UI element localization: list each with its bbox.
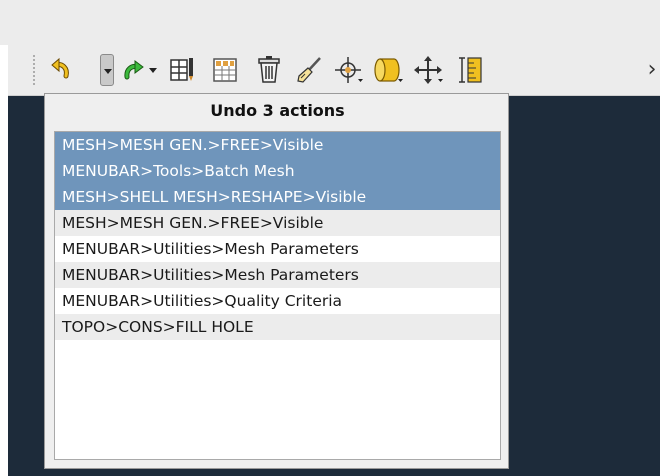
undo-history-popup: Undo 3 actions MESH>MESH GEN.>FREE>Visib… bbox=[44, 93, 509, 469]
undo-history-item[interactable]: MESH>MESH GEN.>FREE>Visible bbox=[55, 210, 500, 236]
crosshair-button[interactable] bbox=[334, 54, 364, 86]
grid-panel-button[interactable] bbox=[210, 54, 240, 86]
undo-history-item[interactable]: MENUBAR>Utilities>Mesh Parameters bbox=[55, 262, 500, 288]
redo-history-dropdown[interactable] bbox=[146, 54, 160, 86]
chevron-down-icon bbox=[104, 69, 112, 74]
toolbar-overflow-button[interactable]: › bbox=[644, 54, 660, 86]
main-toolbar: › bbox=[8, 45, 660, 96]
cylinder-icon bbox=[374, 58, 403, 82]
undo-history-list[interactable]: MESH>MESH GEN.>FREE>Visible MENUBAR>Tools… bbox=[54, 131, 501, 460]
brush-icon bbox=[297, 57, 321, 83]
undo-history-item[interactable]: MENUBAR>Tools>Batch Mesh bbox=[55, 158, 500, 184]
toolbar-grip-handle[interactable] bbox=[32, 54, 36, 86]
measure-button[interactable] bbox=[456, 54, 486, 86]
undo-history-item[interactable]: MESH>MESH GEN.>FREE>Visible bbox=[55, 132, 500, 158]
trash-icon bbox=[258, 56, 280, 83]
title-strip bbox=[0, 0, 660, 45]
delete-button[interactable] bbox=[254, 54, 284, 86]
grid-panel-icon bbox=[213, 58, 237, 82]
clean-button[interactable] bbox=[294, 54, 324, 86]
undo-history-item[interactable]: MENUBAR>Utilities>Quality Criteria bbox=[55, 288, 500, 314]
popup-title: Undo 3 actions bbox=[210, 101, 345, 120]
undo-button[interactable] bbox=[46, 54, 76, 86]
chevron-down-icon bbox=[149, 68, 157, 73]
undo-icon bbox=[51, 57, 69, 79]
crosshair-icon bbox=[335, 57, 363, 83]
ruler-icon bbox=[459, 57, 482, 83]
undo-history-item[interactable]: MESH>SHELL MESH>RESHAPE>Visible bbox=[55, 184, 500, 210]
move-arrows-icon bbox=[414, 56, 443, 84]
undo-history-dropdown[interactable] bbox=[100, 54, 114, 86]
redo-icon bbox=[124, 60, 144, 80]
undo-history-item[interactable]: MENUBAR>Utilities>Mesh Parameters bbox=[55, 236, 500, 262]
move-button[interactable] bbox=[414, 54, 444, 86]
redo-button[interactable] bbox=[118, 54, 148, 86]
cylinder-button[interactable] bbox=[374, 54, 404, 86]
table-tool-button[interactable] bbox=[168, 54, 198, 86]
undo-history-item[interactable]: TOPO>CONS>FILL HOLE bbox=[55, 314, 500, 340]
table-pencil-icon bbox=[170, 58, 193, 81]
